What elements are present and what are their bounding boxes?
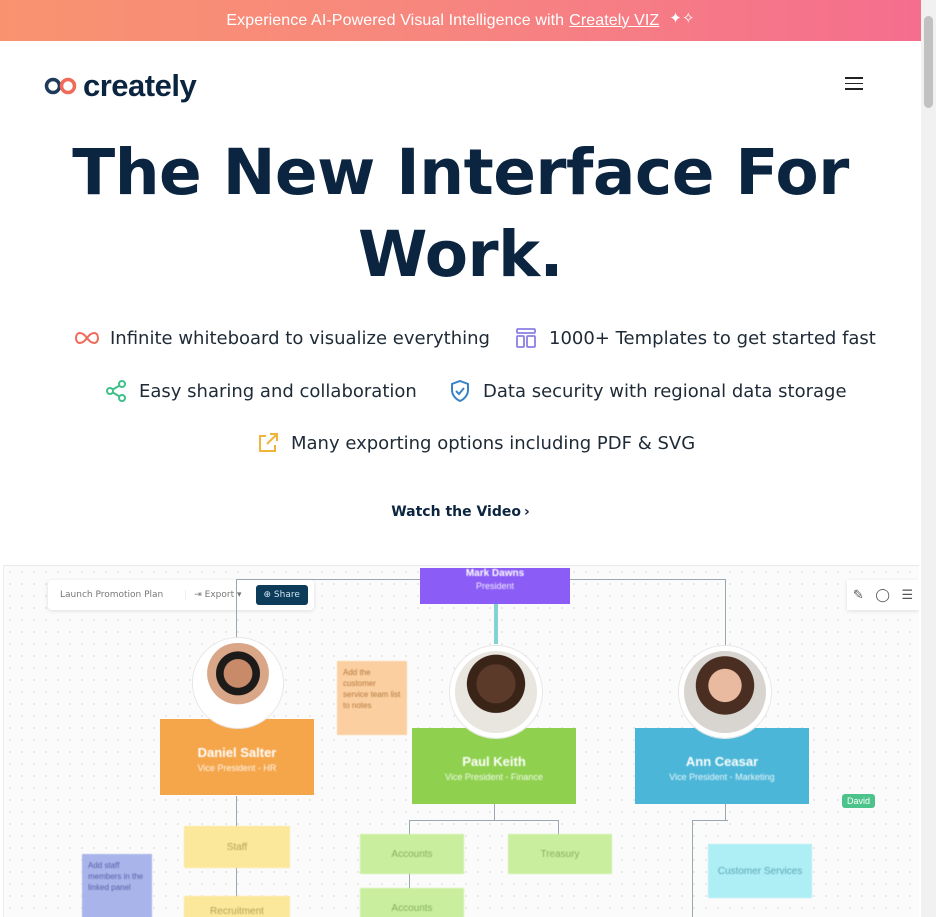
connector-line (725, 804, 726, 821)
card-name: Mark Dawns (465, 568, 525, 579)
settings-icon[interactable]: ☰ (902, 588, 914, 603)
org-box-treasury[interactable]: Treasury (508, 834, 612, 874)
avatar (679, 646, 771, 738)
infinity-icon (74, 325, 100, 351)
feature-text: 1000+ Templates to get started fast (549, 327, 876, 349)
sparkle-icon: ✦✧ (669, 9, 695, 27)
creately-logo-icon (44, 77, 77, 95)
card-role: President (475, 581, 515, 591)
document-title[interactable]: Launch Promotion Plan (54, 590, 185, 600)
feature-text: Infinite whiteboard to visualize everyth… (110, 327, 490, 349)
comment-icon[interactable]: ◯ (875, 588, 890, 603)
share-button[interactable]: ⊕ Share (255, 585, 308, 605)
card-name: Ann Ceasar (685, 754, 759, 769)
share-label: Share (273, 590, 300, 600)
promo-link[interactable]: Creately VIZ (569, 12, 659, 30)
export-label: Export (204, 590, 235, 600)
connector-line (494, 804, 495, 820)
watch-video-label: Watch the Video (391, 504, 521, 520)
whiteboard-preview: Launch Promotion Plan ⇥ Export ▾ ⊕ Share… (3, 565, 919, 917)
promo-banner: Experience AI-Powered Visual Intelligenc… (0, 0, 921, 41)
template-icon (513, 325, 539, 351)
feature-item: Data security with regional data storage (447, 378, 847, 404)
shield-icon (447, 378, 473, 404)
org-card-president[interactable]: Mark Dawns President (420, 568, 570, 604)
org-box-accounts[interactable]: Accounts (360, 888, 464, 917)
collaborator-cursor-label: David (842, 794, 876, 808)
card-name: Paul Keith (462, 754, 526, 769)
canvas-toolbar: Launch Promotion Plan ⇥ Export ▾ ⊕ Share (48, 580, 314, 610)
feature-item: Easy sharing and collaboration (103, 378, 417, 404)
page-scrollbar[interactable] (921, 0, 936, 917)
edit-icon[interactable]: ✎ (853, 588, 864, 603)
promo-text: Experience AI-Powered Visual Intelligenc… (226, 11, 565, 29)
export-icon (255, 430, 281, 456)
org-box-recruitment[interactable]: Recruitment (184, 896, 290, 917)
connector-line (692, 820, 693, 917)
feature-item: 1000+ Templates to get started fast (513, 325, 876, 351)
card-role: Vice President - Finance (445, 772, 543, 782)
title-line-1: The New Interface For (72, 136, 849, 209)
feature-item: Infinite whiteboard to visualize everyth… (74, 325, 490, 351)
card-role: Vice President - HR (197, 763, 277, 773)
connector-line (494, 604, 498, 644)
feature-text: Data security with regional data storage (483, 380, 847, 402)
share-icon (103, 378, 129, 404)
feature-text: Many exporting options including PDF & S… (291, 432, 696, 454)
logo-link[interactable]: creately (44, 68, 197, 104)
card-name: Daniel Salter (197, 745, 277, 760)
scrollbar-thumb[interactable] (924, 16, 933, 108)
title-line-2: Work. (358, 218, 563, 291)
canvas-right-tools: ✎ ◯ ☰ (847, 580, 919, 610)
feature-item: Many exporting options including PDF & S… (255, 430, 695, 456)
connector-line (725, 579, 726, 649)
watch-video-link[interactable]: Watch the Video › (0, 504, 921, 520)
feature-text: Easy sharing and collaboration (139, 380, 417, 402)
brand-wordmark: creately (83, 68, 197, 103)
site-header: creately (0, 41, 921, 127)
avatar (450, 646, 542, 738)
org-box-accounts[interactable]: Accounts (360, 834, 464, 874)
org-box-staff[interactable]: Staff (184, 826, 290, 868)
org-card-finance[interactable]: Paul Keith Vice President - Finance (412, 728, 576, 804)
sticky-note[interactable]: Add the customer service team list to no… (337, 661, 407, 735)
connector-line (692, 820, 728, 821)
org-box-customer-services[interactable]: Customer Services (708, 844, 812, 898)
page-title: The New Interface For Work. (0, 132, 921, 296)
card-role: Vice President - Marketing (669, 772, 775, 782)
sticky-note[interactable]: Add staff members in the linked panel (82, 854, 152, 917)
hamburger-icon[interactable] (845, 77, 863, 91)
connector-line (409, 820, 559, 821)
chevron-right-icon: › (524, 504, 530, 520)
org-card-hr[interactable]: Daniel Salter Vice President - HR (160, 719, 314, 795)
avatar (193, 638, 283, 728)
export-button[interactable]: ⇥ Export ▾ (185, 590, 249, 600)
org-card-marketing[interactable]: Ann Ceasar Vice President - Marketing (635, 728, 809, 804)
